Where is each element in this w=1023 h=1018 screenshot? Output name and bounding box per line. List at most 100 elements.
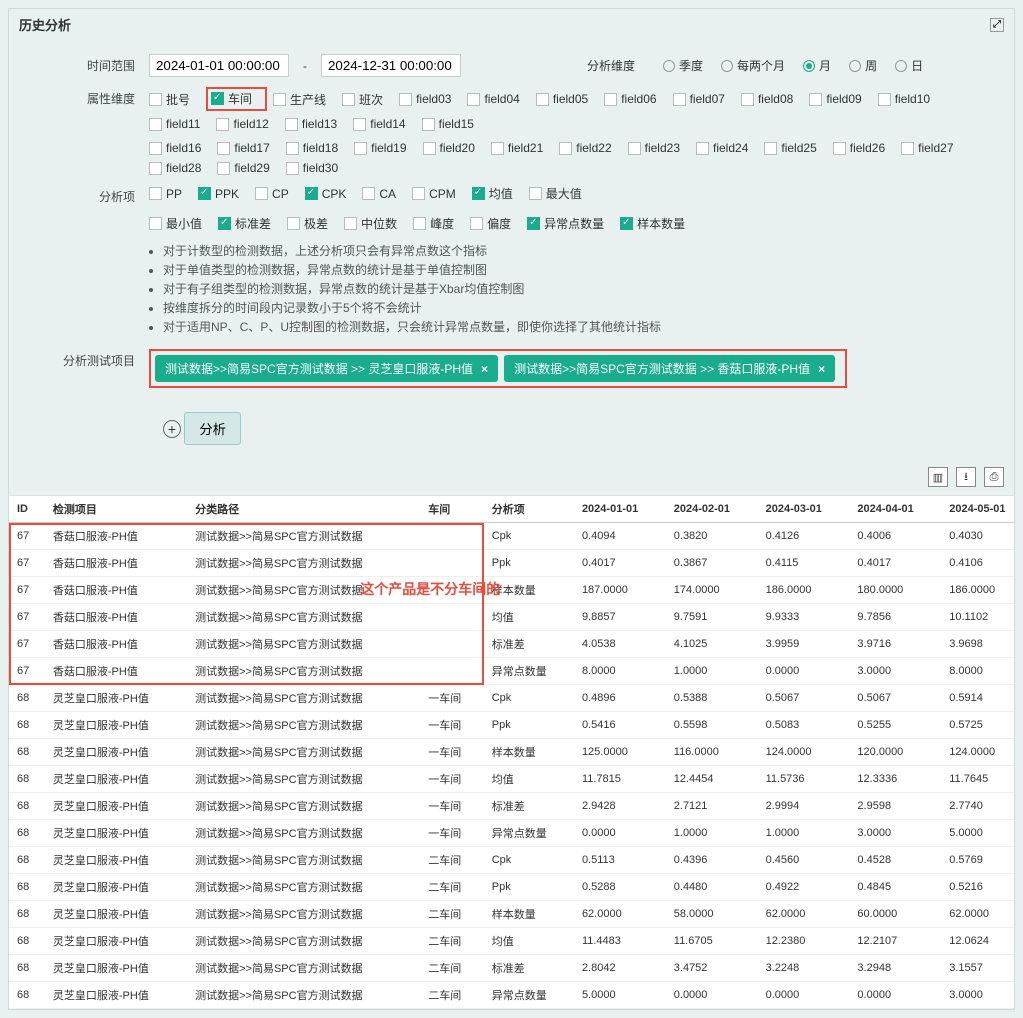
tags-annotation-box: 测试数据>>简易SPC官方测试数据 >> 灵芝皇口服液-PH值×测试数据>>简易… [149,349,847,388]
table-row: 68灵芝皇口服液-PH值测试数据>>简易SPC官方测试数据一车间异常点数量0.0… [9,820,1014,847]
table-row: 67香菇口服液-PH值测试数据>>简易SPC官方测试数据异常点数量8.00001… [9,658,1014,685]
checkbox-f22[interactable]: field22 [559,141,611,155]
checkbox-f08[interactable]: field08 [741,92,793,106]
checkbox-f28[interactable]: field28 [149,161,201,175]
checkbox-f04[interactable]: field04 [467,92,519,106]
checkbox-std[interactable]: 标准差 [218,215,271,232]
checkbox-shift[interactable]: 班次 [342,91,383,108]
checkbox-f09[interactable]: field09 [809,92,861,106]
table-row: 68灵芝皇口服液-PH值测试数据>>简易SPC官方测试数据一车间标准差2.942… [9,793,1014,820]
checkbox-f30[interactable]: field30 [286,161,338,175]
checkbox-f25[interactable]: field25 [764,141,816,155]
analyze-button[interactable]: 分析 [184,412,241,445]
table-header: 2024-05-01 [941,496,1014,523]
checkbox-ca[interactable]: CA [362,187,396,201]
table-header: ID [9,496,45,523]
checkbox-cpk[interactable]: CPK [305,187,347,201]
checkbox-batch[interactable]: 批号 [149,91,190,108]
checkbox-f10[interactable]: field10 [878,92,930,106]
checkbox-mean[interactable]: 均值 [472,185,513,202]
checkbox-f18[interactable]: field18 [286,141,338,155]
checkbox-median[interactable]: 中位数 [344,215,397,232]
checkbox-f16[interactable]: field16 [149,141,201,155]
checkbox-workshop[interactable]: 车间 [211,90,252,107]
table-header: 分类路径 [187,496,420,523]
checkbox-f14[interactable]: field14 [353,117,405,131]
results-table: ID检测项目分类路径车间分析项2024-01-012024-02-012024-… [9,496,1014,1009]
table-row: 67香菇口服液-PH值测试数据>>简易SPC官方测试数据样本数量187.0000… [9,577,1014,604]
dimension-label: 分析维度 [587,57,635,74]
radio-month[interactable]: 月 [803,57,831,74]
table-header: 车间 [420,496,484,523]
checkbox-ppk[interactable]: PPK [198,187,239,201]
tag-0[interactable]: 测试数据>>简易SPC官方测试数据 >> 灵芝皇口服液-PH值× [155,355,498,382]
radio-bimonth[interactable]: 每两个月 [721,57,785,74]
checkbox-f27[interactable]: field27 [901,141,953,155]
table-row: 68灵芝皇口服液-PH值测试数据>>简易SPC官方测试数据二车间异常点数量5.0… [9,982,1014,1009]
table-header: 分析项 [484,496,574,523]
tag-close-icon[interactable]: × [481,362,488,376]
checkbox-min[interactable]: 最小值 [149,215,202,232]
checkbox-f13[interactable]: field13 [285,117,337,131]
page-title: 历史分析 [19,15,71,34]
checkbox-f11[interactable]: field11 [149,117,200,131]
table-row: 67香菇口服液-PH值测试数据>>简易SPC官方测试数据标准差4.05384.1… [9,631,1014,658]
checkbox-f06[interactable]: field06 [604,92,656,106]
table-header: 2024-02-01 [666,496,758,523]
table-header: 2024-03-01 [758,496,850,523]
checkbox-f21[interactable]: field21 [491,141,543,155]
checkbox-f23[interactable]: field23 [628,141,680,155]
checkbox-f26[interactable]: field26 [833,141,885,155]
checkbox-max[interactable]: 最大值 [529,185,582,202]
checkbox-f20[interactable]: field20 [423,141,475,155]
barcode-icon[interactable]: ▥ [928,467,948,487]
notes-list: 对于计数型的检测数据，上述分析项只会有异常点数这个指标对于单值类型的检测数据，异… [163,242,974,335]
date-dash: - [303,59,307,73]
table-row: 68灵芝皇口服液-PH值测试数据>>简易SPC官方测试数据二车间样本数量62.0… [9,901,1014,928]
table-row: 67香菇口服液-PH值测试数据>>简易SPC官方测试数据Cpk0.40940.3… [9,523,1014,550]
date-to-input[interactable] [321,54,461,77]
checkbox-f29[interactable]: field29 [217,161,269,175]
table-row: 67香菇口服液-PH值测试数据>>简易SPC官方测试数据均值9.88579.75… [9,604,1014,631]
table-row: 68灵芝皇口服液-PH值测试数据>>简易SPC官方测试数据一车间Ppk0.541… [9,712,1014,739]
attr-dim-label: 属性维度 [49,87,149,107]
table-row: 68灵芝皇口服液-PH值测试数据>>简易SPC官方测试数据一车间均值11.781… [9,766,1014,793]
table-row: 68灵芝皇口服液-PH值测试数据>>简易SPC官方测试数据二车间均值11.448… [9,928,1014,955]
checkbox-abn[interactable]: 异常点数量 [527,215,604,232]
checkbox-cp[interactable]: CP [255,187,289,201]
add-item-button[interactable]: + [163,420,181,438]
checkbox-f15[interactable]: field15 [422,117,474,131]
tag-1[interactable]: 测试数据>>简易SPC官方测试数据 >> 香菇口服液-PH值× [504,355,835,382]
radio-week[interactable]: 周 [849,57,877,74]
table-row: 67香菇口服液-PH值测试数据>>简易SPC官方测试数据Ppk0.40170.3… [9,550,1014,577]
checkbox-cpm[interactable]: CPM [412,187,456,201]
table-header: 检测项目 [45,496,187,523]
table-header: 2024-04-01 [849,496,941,523]
checkbox-skew[interactable]: 偏度 [470,215,511,232]
checkbox-pp[interactable]: PP [149,187,182,201]
checkbox-f24[interactable]: field24 [696,141,748,155]
checkbox-f03[interactable]: field03 [399,92,451,106]
tag-close-icon[interactable]: × [818,362,825,376]
checkbox-line[interactable]: 生产线 [273,91,326,108]
export-icon[interactable]: ⭳ [956,467,976,487]
checkbox-f12[interactable]: field12 [216,117,268,131]
table-header: 2024-01-01 [574,496,666,523]
metric-label: 分析项 [49,185,149,205]
expand-icon[interactable]: ⤢ [990,18,1004,32]
checkbox-f07[interactable]: field07 [673,92,725,106]
radio-quarter[interactable]: 季度 [663,57,703,74]
print-icon[interactable]: ⎙ [984,467,1004,487]
table-row: 68灵芝皇口服液-PH值测试数据>>简易SPC官方测试数据二车间Ppk0.528… [9,874,1014,901]
checkbox-range[interactable]: 极差 [287,215,328,232]
checkbox-f17[interactable]: field17 [217,141,269,155]
checkbox-f05[interactable]: field05 [536,92,588,106]
table-row: 68灵芝皇口服液-PH值测试数据>>简易SPC官方测试数据一车间Cpk0.489… [9,685,1014,712]
table-row: 68灵芝皇口服液-PH值测试数据>>简易SPC官方测试数据二车间标准差2.804… [9,955,1014,982]
radio-day[interactable]: 日 [895,57,923,74]
checkbox-kurt[interactable]: 峰度 [413,215,454,232]
items-label: 分析测试项目 [49,349,149,369]
checkbox-f19[interactable]: field19 [354,141,406,155]
checkbox-samp[interactable]: 样本数量 [620,215,685,232]
date-from-input[interactable] [149,54,289,77]
